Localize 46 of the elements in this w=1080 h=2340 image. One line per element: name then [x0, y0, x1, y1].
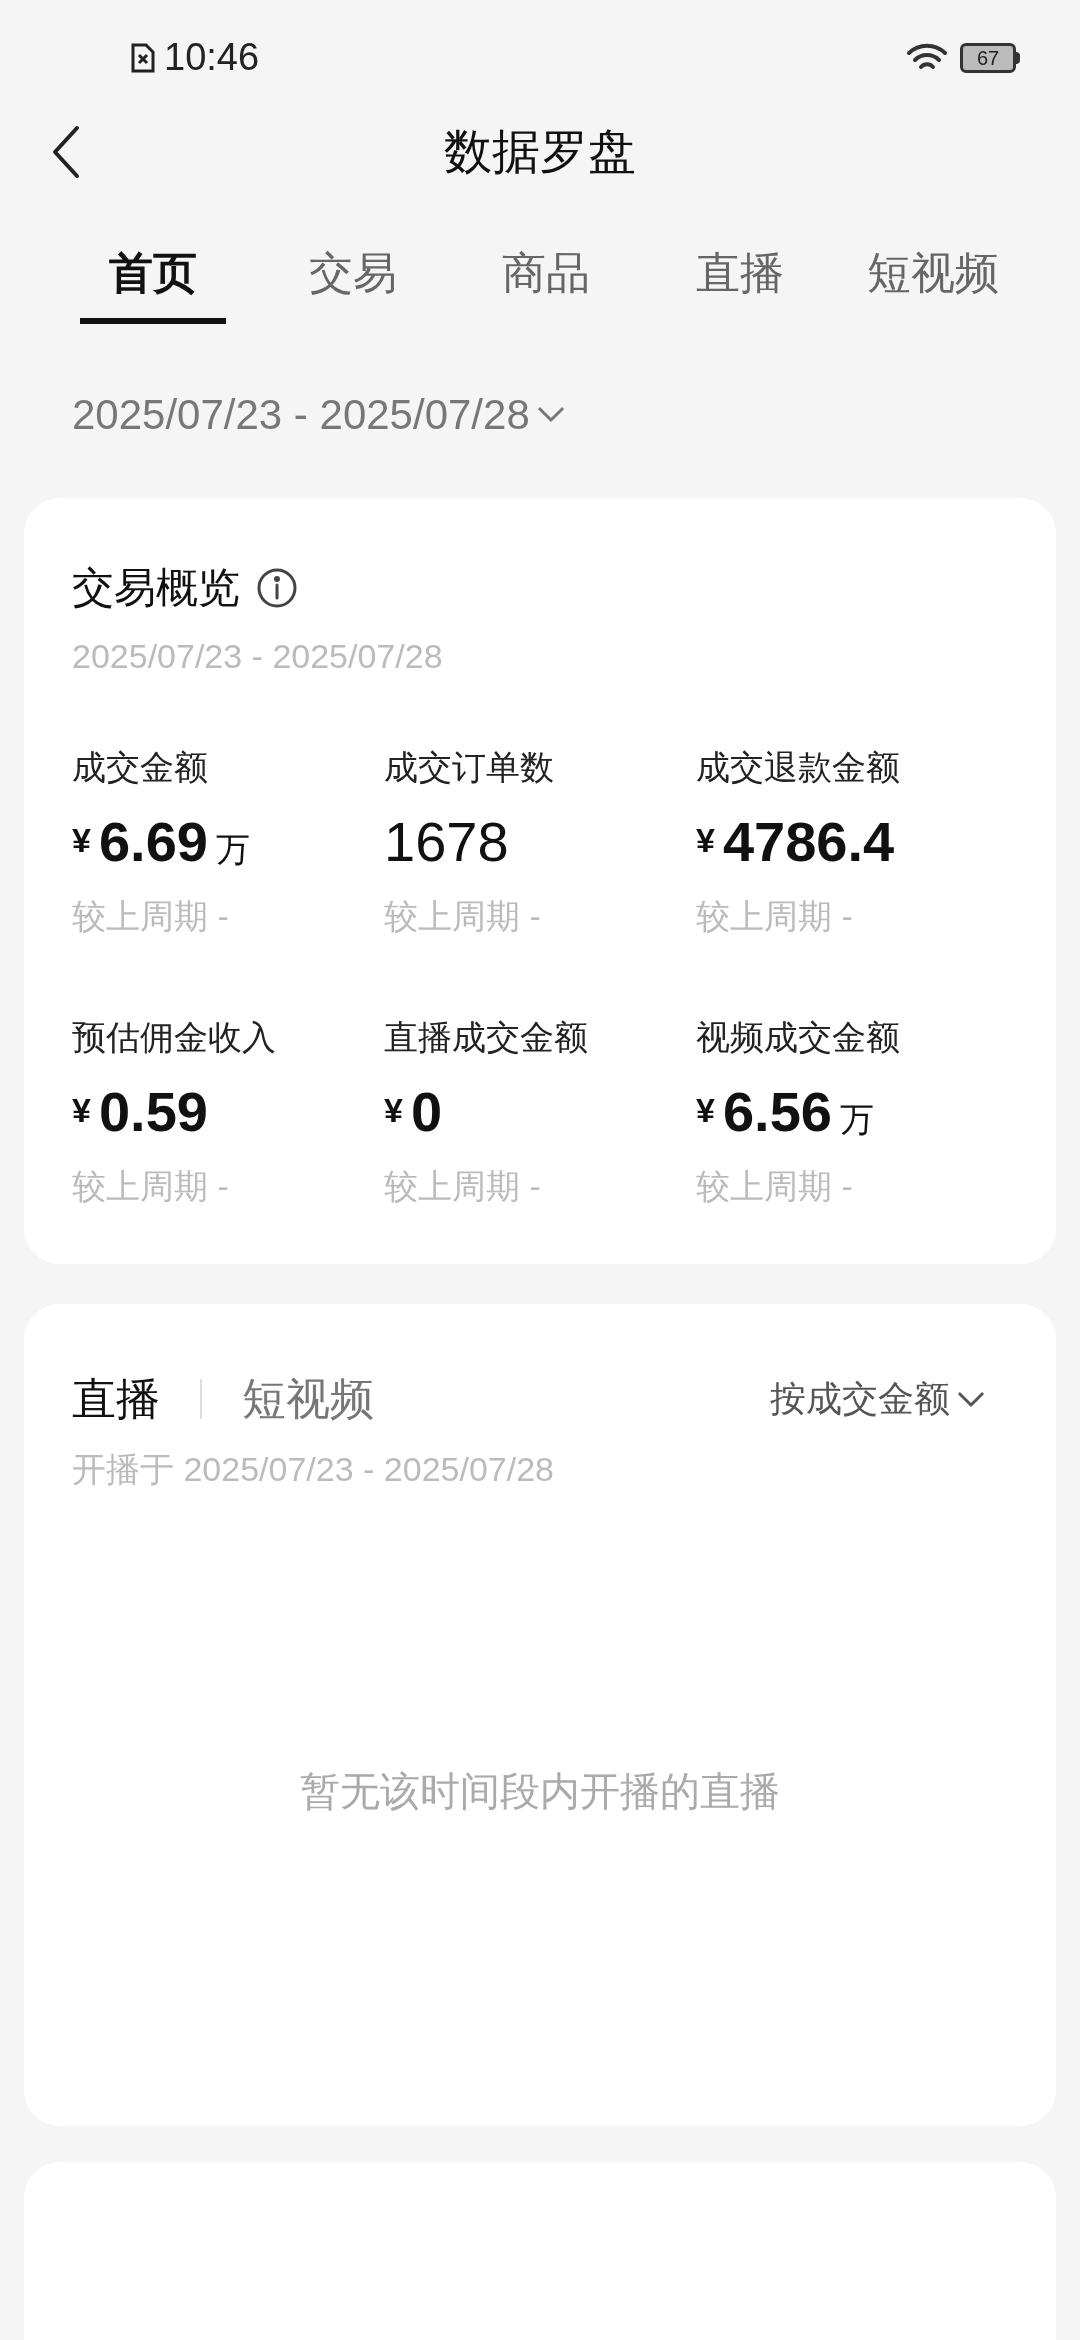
metric-label: 视频成交金额: [696, 1017, 901, 1059]
metric-value: 6.56: [722, 1079, 832, 1146]
comparison-text: 较上周期 -: [696, 896, 854, 938]
metric-label: 预估佣金收入: [72, 1017, 277, 1059]
unit-label: 万: [839, 1099, 874, 1141]
metric-label: 成交金额: [72, 747, 209, 789]
sort-dropdown[interactable]: 按成交金额: [770, 1372, 984, 1427]
tab[interactable]: 短视频: [242, 1366, 374, 1433]
metric-label: 成交订单数: [384, 747, 555, 789]
metric-label: 成交退款金额: [696, 747, 901, 789]
comparison-text: 较上周期 -: [72, 896, 230, 938]
card-title: 交易概览: [72, 563, 240, 614]
broadcast-date: 开播于 2025/07/23 - 2025/07/28: [72, 1449, 555, 1491]
chevron-down-icon: [537, 406, 564, 422]
page-title: 数据罗盘: [444, 124, 636, 181]
currency-symbol: ¥: [696, 820, 715, 862]
comparison-text: 较上周期 -: [384, 896, 542, 938]
comparison-text: 较上周期 -: [72, 1166, 230, 1208]
empty-message: 暂无该时间段内开播的直播: [300, 1767, 780, 1815]
date-range-selector[interactable]: 2025/07/23 - 2025/07/28: [72, 382, 564, 446]
tab[interactable]: 直播: [72, 1366, 160, 1433]
info-icon[interactable]: [256, 566, 298, 609]
metric-value: 6.69: [98, 809, 208, 876]
tab[interactable]: 直播: [643, 226, 837, 325]
comparison-text: 较上周期 -: [696, 1166, 854, 1208]
status-time: 10:46: [164, 35, 260, 81]
metric-value: 0: [410, 1079, 443, 1146]
metric-value: 1678: [384, 809, 509, 876]
card-date: 2025/07/23 - 2025/07/28: [72, 636, 444, 678]
tab[interactable]: 首页: [80, 226, 226, 325]
metric-value: 4786.4: [722, 809, 895, 876]
tab[interactable]: 交易: [256, 226, 450, 325]
currency-symbol: ¥: [72, 820, 91, 862]
currency-symbol: ¥: [72, 1090, 91, 1132]
comparison-text: 较上周期 -: [384, 1166, 542, 1208]
chevron-down-icon: [958, 1391, 984, 1407]
metric-label: 直播成交金额: [384, 1017, 589, 1059]
currency-symbol: ¥: [384, 1090, 403, 1132]
metric-value: 0.59: [98, 1079, 208, 1146]
sim-card-icon: [130, 41, 156, 74]
back-icon: [51, 125, 81, 180]
currency-symbol: ¥: [696, 1090, 715, 1132]
unit-label: 万: [215, 829, 250, 871]
tab[interactable]: 短视频: [836, 226, 1030, 325]
battery-level: 67: [976, 47, 1000, 68]
tab[interactable]: 商品: [449, 226, 643, 325]
